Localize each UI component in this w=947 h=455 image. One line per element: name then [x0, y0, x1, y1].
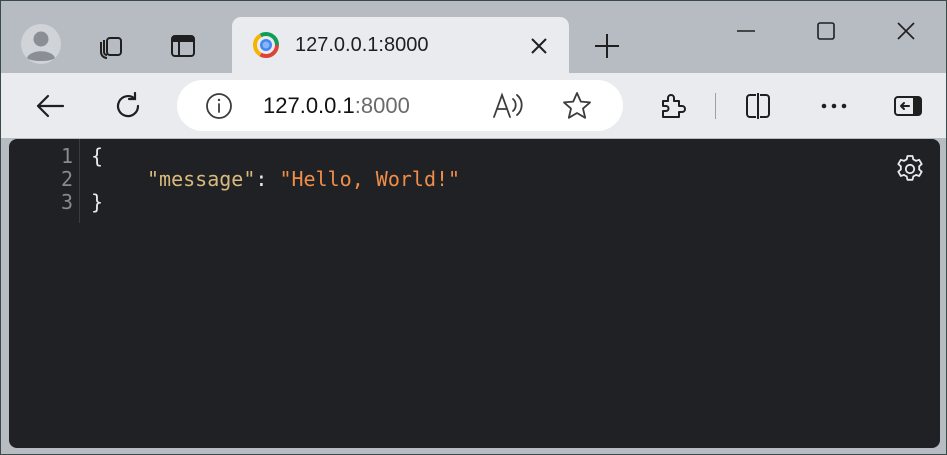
toolbar: 127.0.0.1:8000	[1, 73, 946, 138]
browser-window: 127.0.0.1:8000 127.0.0.1:8000 1 2 3 {"m…	[0, 0, 947, 455]
close-tab-button[interactable]	[526, 33, 552, 59]
refresh-button[interactable]	[109, 87, 147, 125]
sidebar-icon	[894, 96, 922, 116]
split-screen-button[interactable]	[739, 87, 777, 125]
url-text[interactable]: 127.0.0.1:8000	[263, 92, 410, 120]
minimize-icon	[737, 30, 755, 32]
minimize-button[interactable]	[728, 13, 764, 49]
code-line: }	[91, 191, 103, 214]
back-arrow-icon	[36, 94, 65, 118]
code-line: {	[91, 145, 103, 168]
close-icon	[531, 38, 547, 54]
vertical-tabs-icon	[171, 35, 195, 57]
tab-title: 127.0.0.1:8000	[295, 34, 429, 56]
refresh-icon	[116, 91, 140, 118]
url-port: :8000	[354, 93, 410, 118]
more-button[interactable]	[815, 87, 853, 125]
workspaces-icon	[100, 37, 122, 59]
profile-button[interactable]	[21, 24, 61, 64]
line-number-gutter: 1 2 3	[9, 139, 80, 223]
back-button[interactable]	[31, 87, 69, 125]
plus-icon	[595, 34, 619, 58]
workspaces-button[interactable]	[93, 28, 129, 64]
profile-icon	[21, 24, 61, 64]
json-string-value: "Hello, World!"	[279, 167, 461, 191]
code-line: "message": "Hello, World!"	[147, 168, 460, 191]
window-close-icon	[897, 22, 915, 40]
split-screen-icon	[746, 93, 770, 119]
extensions-button[interactable]	[653, 87, 691, 125]
tab-active[interactable]: 127.0.0.1:8000	[232, 17, 569, 74]
line-number: 2	[60, 167, 73, 191]
read-aloud-icon[interactable]	[491, 90, 525, 122]
json-colon: :	[255, 167, 280, 191]
more-dots-icon	[821, 103, 847, 109]
toolbar-separator	[715, 93, 716, 119]
url-host: 127.0.0.1	[263, 93, 355, 118]
puzzle-icon	[662, 94, 686, 118]
info-icon[interactable]	[205, 92, 233, 120]
favicon-icon	[253, 32, 279, 58]
gear-icon[interactable]	[894, 153, 926, 185]
star-icon[interactable]	[561, 90, 593, 122]
maximize-button[interactable]	[808, 13, 844, 49]
json-viewer: 1 2 3 { "message": "Hello, World!" }	[9, 139, 940, 448]
json-key: "message"	[147, 167, 256, 191]
tab-strip: 127.0.0.1:8000	[1, 1, 946, 74]
new-tab-button[interactable]	[589, 28, 625, 64]
open-brace: {	[91, 144, 104, 168]
window-close-button[interactable]	[888, 13, 924, 49]
close-brace: }	[91, 190, 104, 214]
address-bar[interactable]: 127.0.0.1:8000	[177, 80, 623, 131]
line-number: 1	[60, 144, 73, 168]
line-number: 3	[60, 190, 73, 214]
sidebar-button[interactable]	[889, 87, 927, 125]
maximize-icon	[817, 22, 835, 40]
vertical-tabs-button[interactable]	[165, 28, 201, 64]
